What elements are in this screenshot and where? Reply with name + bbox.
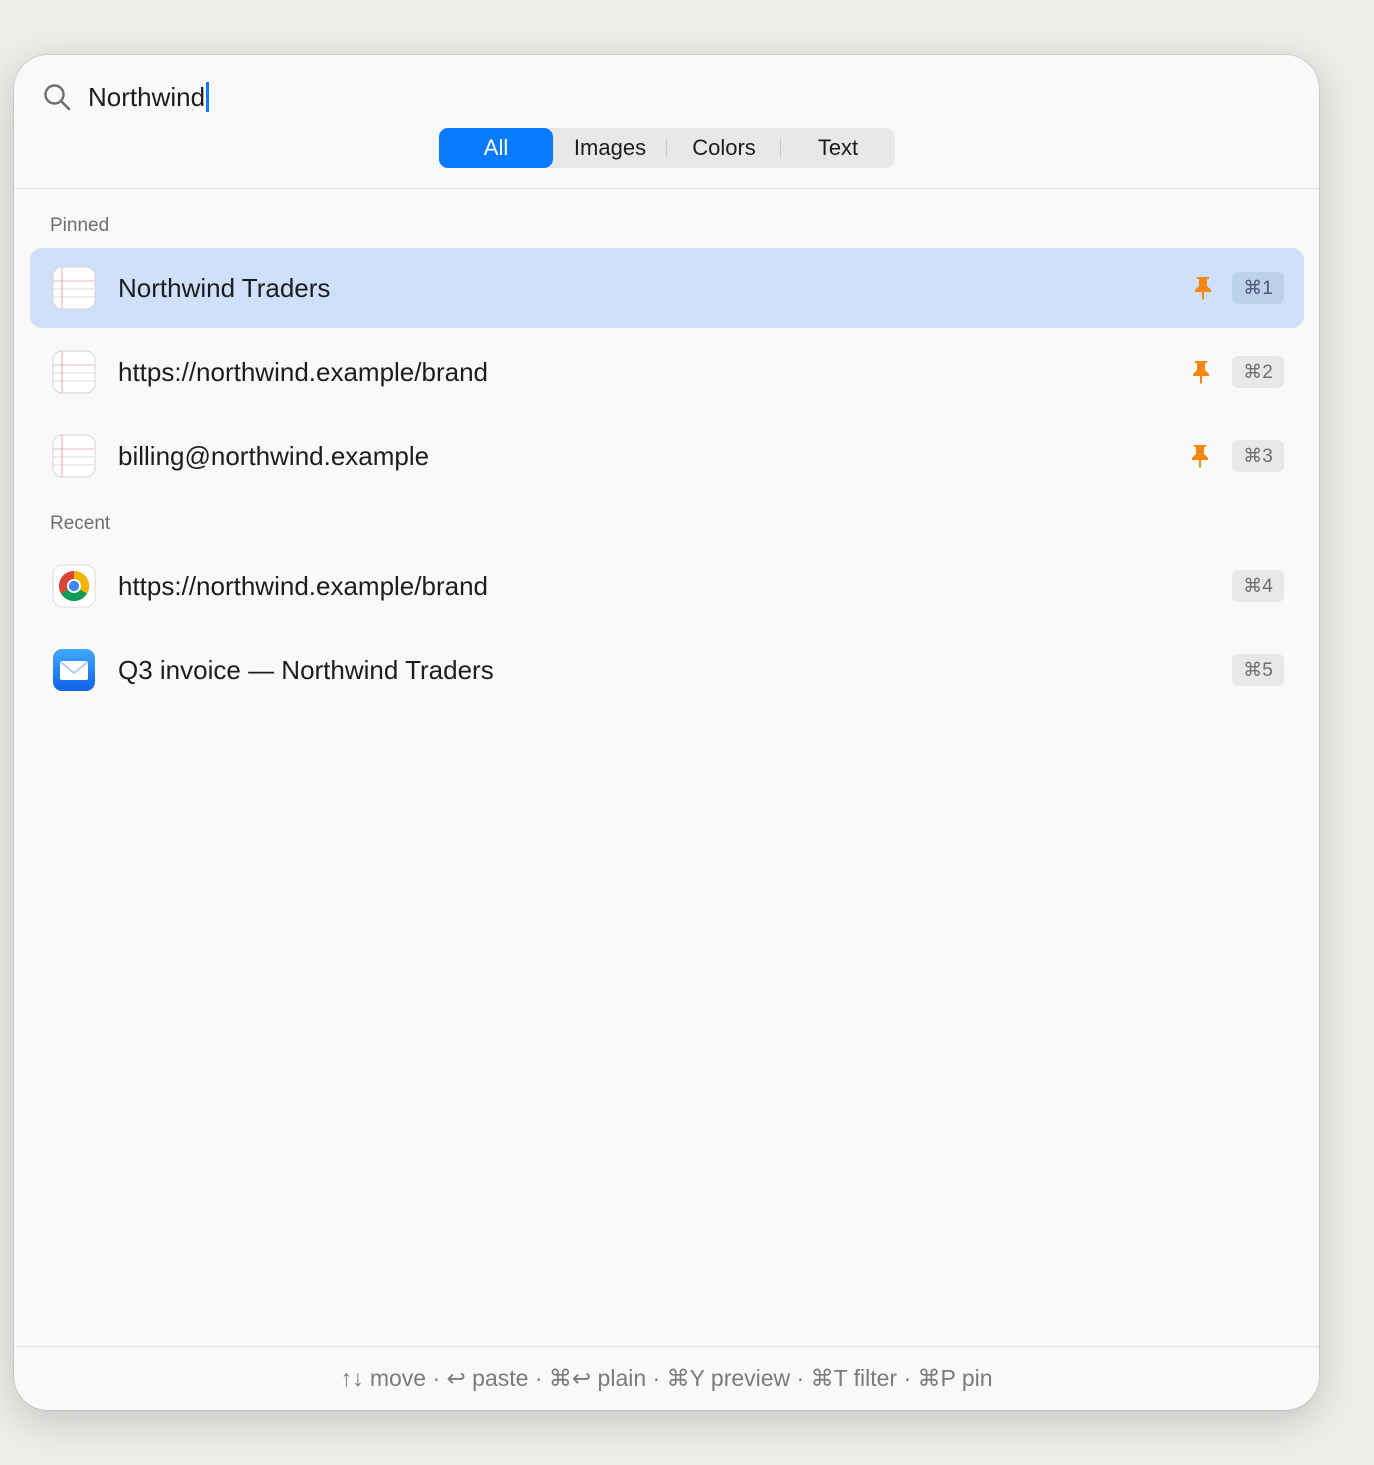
clip-label: https://northwind.example/brand xyxy=(118,356,488,387)
tab-all-label: All xyxy=(483,135,509,160)
section-label-recent: Recent xyxy=(50,513,111,534)
clip-label: https://northwind.example/brand xyxy=(118,570,488,601)
clip-row-pinned-1[interactable]: Northwind Traders ⌘1 xyxy=(30,248,1304,328)
header-divider xyxy=(14,188,1319,189)
clip-label: Northwind Traders xyxy=(118,272,331,303)
section-label-pinned: Pinned xyxy=(50,215,110,236)
tab-text-label: Text xyxy=(817,135,859,160)
search-query: Northwind xyxy=(88,81,206,112)
search-row[interactable]: Northwind xyxy=(42,77,210,117)
notes-app-icon xyxy=(52,266,96,310)
notes-app-icon xyxy=(52,434,96,478)
shortcut-badge: ⌘3 xyxy=(1232,440,1284,472)
shortcut-badge: ⌘5 xyxy=(1232,654,1284,686)
shortcut-badge: ⌘4 xyxy=(1232,570,1284,602)
search-icon xyxy=(44,84,71,111)
tab-text[interactable]: Text xyxy=(781,128,895,168)
tab-images[interactable]: Images xyxy=(553,128,667,168)
pin-icon[interactable] xyxy=(1187,443,1213,469)
clip-row-recent-1[interactable]: https://northwind.example/brand ⌘4 xyxy=(30,546,1304,626)
footer-divider xyxy=(14,1346,1319,1347)
chrome-app-icon xyxy=(52,564,96,608)
text-caret xyxy=(206,82,210,112)
notes-app-icon xyxy=(52,350,96,394)
tab-images-label: Images xyxy=(573,135,647,160)
shortcut-badge: ⌘1 xyxy=(1232,272,1284,304)
clip-row-pinned-3[interactable]: billing@northwind.example ⌘3 xyxy=(30,416,1304,496)
shortcut-badge: ⌘2 xyxy=(1232,356,1284,388)
keyboard-hints: ↑↓ move · ↩ paste · ⌘↩ plain · ⌘Y previe… xyxy=(340,1365,993,1391)
clip-label: billing@northwind.example xyxy=(118,440,430,471)
tab-all[interactable]: All xyxy=(439,128,553,168)
filter-segmented-control: All Images Colors Text xyxy=(439,128,895,168)
pin-icon[interactable] xyxy=(1190,275,1216,301)
tab-colors-label: Colors xyxy=(692,135,756,160)
clip-label: Q3 invoice — Northwind Traders xyxy=(118,654,494,685)
mail-app-icon xyxy=(53,649,95,691)
clip-row-pinned-2[interactable]: https://northwind.example/brand ⌘2 xyxy=(30,332,1304,412)
pin-icon[interactable] xyxy=(1188,359,1214,385)
clipboard-history-panel: Northwind All Images Colors Text Pinned … xyxy=(14,55,1319,1410)
search-input[interactable]: Northwind xyxy=(88,81,210,113)
tab-colors[interactable]: Colors xyxy=(667,128,781,168)
clip-row-recent-2[interactable]: Q3 invoice — Northwind Traders ⌘5 xyxy=(30,630,1304,710)
